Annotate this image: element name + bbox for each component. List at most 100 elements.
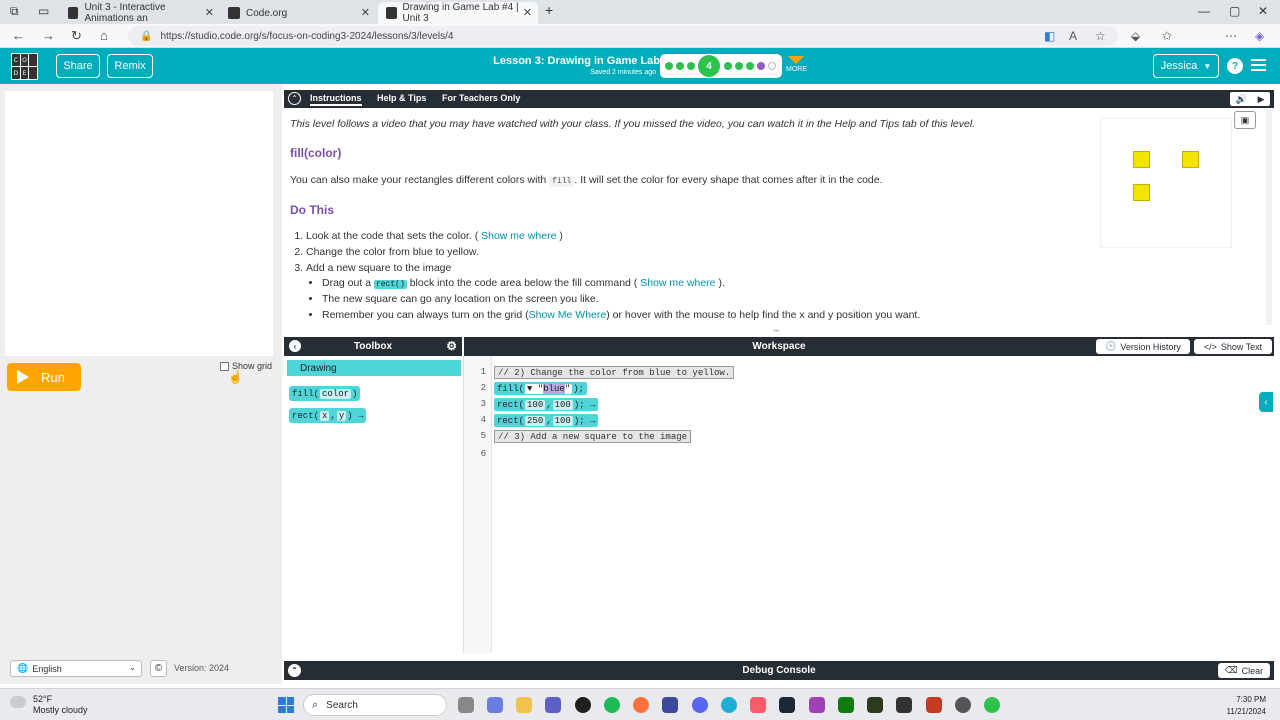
app-icon[interactable]: [955, 697, 971, 713]
show-text-button[interactable]: </> Show Text: [1194, 339, 1272, 354]
assessment-dot[interactable]: [757, 62, 765, 70]
level-dot[interactable]: [724, 62, 732, 70]
fill-block[interactable]: fill(color): [289, 386, 361, 401]
browser-tab-drawing[interactable]: Drawing in Game Lab #4 | Unit 3 ✕: [378, 2, 538, 24]
spotify-icon[interactable]: [604, 697, 620, 713]
level-dot[interactable]: [768, 62, 776, 70]
level-dot[interactable]: [746, 62, 754, 70]
minimize-button[interactable]: —: [1198, 4, 1210, 18]
task-view-icon[interactable]: [458, 697, 474, 713]
app-icon[interactable]: [896, 697, 912, 713]
color-dropdown[interactable]: ▼ "blue": [525, 383, 573, 394]
rect-block[interactable]: rect(x, y) →: [289, 408, 367, 423]
edge-icon[interactable]: [721, 697, 737, 713]
collapse-up-icon[interactable]: ⌃: [288, 92, 301, 105]
gear-icon[interactable]: ⚙: [446, 339, 457, 353]
y-value[interactable]: 100: [552, 415, 573, 426]
clear-button[interactable]: ⌫ Clear: [1218, 663, 1270, 678]
rect-code-block[interactable]: rect(250, 100); →: [494, 414, 599, 427]
copilot-icon[interactable]: [487, 697, 503, 713]
share-button[interactable]: Share: [56, 54, 100, 78]
current-level-bubble[interactable]: 4: [698, 55, 720, 77]
xbox-icon[interactable]: [838, 697, 854, 713]
extension-icon[interactable]: ◧: [1044, 29, 1055, 43]
comment-block[interactable]: // 2) Change the color from blue to yell…: [494, 366, 735, 379]
category-drawing[interactable]: Drawing: [287, 360, 461, 376]
x-value[interactable]: 250: [525, 415, 546, 426]
read-aloud-icon[interactable]: A: [1069, 29, 1077, 43]
language-select[interactable]: 🌐 English ⌄: [10, 660, 142, 677]
rect-block-chip[interactable]: rect(): [373, 280, 407, 289]
speaker-icon[interactable]: 🔊: [1235, 94, 1246, 105]
show-me-where-link[interactable]: Show Me Where: [529, 309, 607, 321]
close-tab-icon[interactable]: ✕: [361, 6, 370, 19]
rect-code-block[interactable]: rect(100, 100); →: [494, 398, 599, 411]
x-value[interactable]: 100: [525, 399, 546, 410]
favorite-star-icon[interactable]: ☆: [1095, 29, 1106, 43]
back-arrow-icon[interactable]: ←: [12, 28, 25, 43]
remix-button[interactable]: Remix: [107, 54, 153, 78]
instructions-scrollbar[interactable]: [1266, 110, 1272, 325]
file-explorer-icon[interactable]: [516, 697, 532, 713]
lesson-title[interactable]: Lesson 3: Drawing in Game Lab: [470, 55, 660, 67]
maximize-button[interactable]: ▢: [1229, 4, 1240, 18]
play-icon[interactable]: ▶: [1258, 94, 1265, 105]
user-menu-button[interactable]: Jessica ▼: [1153, 54, 1219, 78]
favorites-icon[interactable]: ✩: [1162, 29, 1172, 43]
app-icon[interactable]: [984, 697, 1000, 713]
chrome-icon[interactable]: [575, 697, 591, 713]
fill-code-block[interactable]: fill(▼ "blue");: [494, 382, 588, 395]
more-levels-button[interactable]: MORE: [786, 56, 807, 73]
level-dot[interactable]: [676, 62, 684, 70]
forward-arrow-icon[interactable]: →: [42, 28, 55, 43]
close-tab-icon[interactable]: ✕: [205, 6, 214, 19]
show-me-where-link[interactable]: Show me where: [640, 277, 715, 289]
new-tab-button[interactable]: +: [545, 2, 553, 18]
chevron-left-icon[interactable]: ‹: [1259, 392, 1273, 412]
music-icon[interactable]: [750, 697, 766, 713]
browser-tab-codeorg[interactable]: Code.org ✕: [220, 2, 376, 24]
tab-actions-icon[interactable]: ▭: [38, 4, 49, 18]
game-canvas[interactable]: [5, 91, 273, 356]
comment-block[interactable]: // 3) Add a new square to the image: [494, 430, 692, 443]
copyright-button[interactable]: ©: [150, 660, 167, 677]
browser-tab-unit3[interactable]: Unit 3 - Interactive Animations an ✕: [60, 2, 220, 24]
steam-icon[interactable]: [779, 697, 795, 713]
copilot-icon[interactable]: ◈: [1255, 29, 1264, 43]
hamburger-menu-icon[interactable]: [1251, 59, 1266, 71]
app-icon[interactable]: [662, 697, 678, 713]
code-editor[interactable]: 1 2 3 4 5 6 // 2) Change the color from …: [464, 356, 1274, 653]
tab-teachers-only[interactable]: For Teachers Only: [442, 93, 520, 103]
system-clock[interactable]: 7:30 PM 11/21/2024: [1227, 694, 1266, 718]
firefox-icon[interactable]: [633, 697, 649, 713]
windows-start-icon[interactable]: [278, 697, 294, 713]
example-image[interactable]: [1100, 118, 1232, 248]
image-expand-icon[interactable]: ▣: [1234, 111, 1256, 129]
version-history-button[interactable]: 🕒 Version History: [1096, 339, 1190, 354]
workspaces-icon[interactable]: ⧉: [10, 4, 19, 19]
weather-widget[interactable]: 52°F Mostly cloudy: [10, 694, 88, 716]
url-field[interactable]: 🔒 https://studio.code.org/s/focus-on-cod…: [128, 26, 1118, 46]
close-window-button[interactable]: ✕: [1258, 4, 1268, 18]
taskbar-search[interactable]: ⌕ Search: [303, 694, 447, 716]
y-value[interactable]: 100: [552, 399, 573, 410]
resize-handle[interactable]: •••: [773, 329, 787, 335]
codeorg-logo[interactable]: C O D E: [11, 53, 38, 80]
discord-icon[interactable]: [692, 697, 708, 713]
teams-icon[interactable]: [545, 697, 561, 713]
level-dot[interactable]: [735, 62, 743, 70]
app-icon[interactable]: [926, 697, 942, 713]
home-icon[interactable]: ⌂: [100, 28, 108, 43]
more-menu-icon[interactable]: ⋯: [1225, 29, 1237, 43]
close-tab-icon[interactable]: ✕: [523, 6, 532, 19]
color-value[interactable]: blue: [543, 383, 565, 394]
level-dot[interactable]: [687, 62, 695, 70]
show-me-where-link[interactable]: Show me where: [481, 230, 556, 242]
run-button[interactable]: Run: [7, 363, 81, 391]
text-to-speech-controls[interactable]: 🔊 ▶: [1230, 92, 1270, 106]
app-icon[interactable]: [867, 697, 883, 713]
tab-help-tips[interactable]: Help & Tips: [377, 93, 426, 103]
refresh-icon[interactable]: ↻: [71, 28, 82, 44]
help-icon[interactable]: ?: [1227, 58, 1243, 74]
tab-instructions[interactable]: Instructions: [310, 93, 362, 106]
